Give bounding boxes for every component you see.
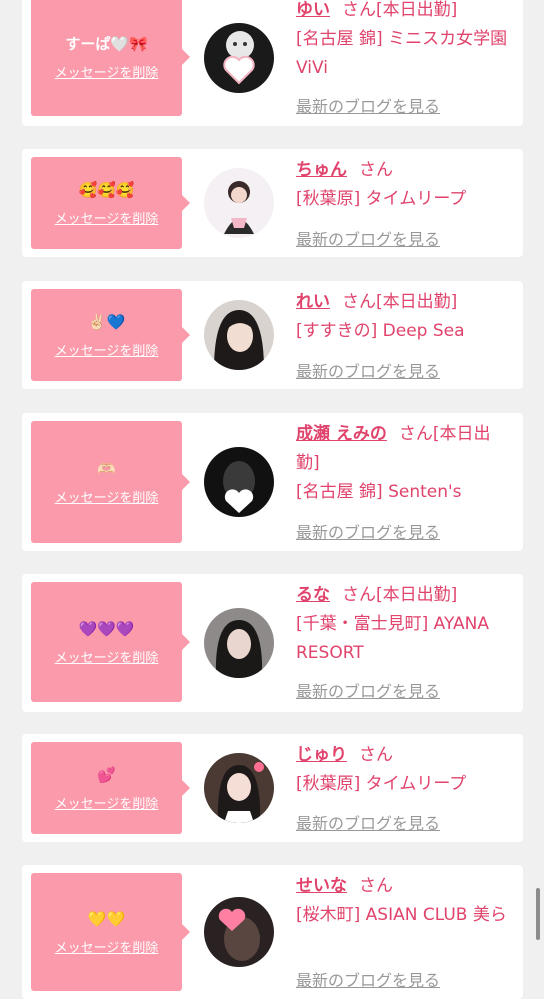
avatar[interactable]: [204, 23, 274, 93]
delete-message-link[interactable]: メッセージを削除: [55, 647, 159, 666]
honorific: さん: [359, 745, 393, 765]
delete-message-link[interactable]: メッセージを削除: [55, 340, 159, 359]
girl-name-link[interactable]: 成瀬 えみの: [296, 424, 387, 444]
honorific: さん: [342, 292, 376, 312]
girl-info: じゅり さん [秋葉原] タイムリープ: [296, 741, 510, 799]
girl-name-link[interactable]: ゆい: [296, 0, 330, 20]
delete-message-link[interactable]: メッセージを削除: [55, 937, 159, 956]
avatar[interactable]: [204, 168, 274, 238]
message-text: 💕: [97, 765, 116, 784]
attendance-status: [本日出勤]: [376, 292, 458, 312]
message-text: 💛💛: [87, 909, 126, 928]
message-bubble: 💛💛 メッセージを削除: [31, 873, 190, 991]
attendance-status: [本日出勤]: [376, 0, 458, 20]
girl-name-link[interactable]: れい: [296, 292, 330, 312]
message-card: 💛💛 メッセージを削除 せいな さん [桜木町] ASIAN CLUB 美ら 最新…: [22, 865, 523, 999]
honorific: さん: [342, 0, 376, 20]
latest-blog-link[interactable]: 最新のブログを見る: [296, 519, 440, 543]
shop-name: [千葉・富士見町] AYANA RESORT: [296, 614, 490, 663]
girl-info: るな さん[本日出勤] [千葉・富士見町] AYANA RESORT: [296, 581, 510, 668]
latest-blog-link[interactable]: 最新のブログを見る: [296, 93, 440, 117]
latest-blog-link[interactable]: 最新のブログを見る: [296, 810, 440, 834]
message-bubble: すーぱ🤍🎀 メッセージを削除: [31, 0, 190, 116]
message-card: 💕 メッセージを削除 じゅり さん [秋葉原] タイムリープ 最新のブログを見る: [22, 734, 523, 842]
message-card: 💜💜💜 メッセージを削除 るな さん[本日出勤] [千葉・富士見町] AYANA …: [22, 574, 523, 712]
delete-message-link[interactable]: メッセージを削除: [55, 487, 159, 506]
delete-message-link[interactable]: メッセージを削除: [55, 793, 159, 812]
message-bubble: 🥰🥰🥰 メッセージを削除: [31, 157, 190, 249]
shop-name: [名古屋 錦] Senten's: [296, 482, 462, 502]
shop-name: [秋葉原] タイムリープ: [296, 189, 467, 209]
avatar[interactable]: [204, 447, 274, 517]
attendance-status: [本日出勤]: [376, 585, 458, 605]
avatar[interactable]: [204, 897, 274, 967]
message-card: すーぱ🤍🎀 メッセージを削除 ゆい さん[本日出勤] [名古屋 錦] ミニスカ女学…: [22, 0, 523, 126]
latest-blog-link[interactable]: 最新のブログを見る: [296, 967, 440, 991]
honorific: さん: [359, 160, 393, 180]
girl-name-link[interactable]: るな: [296, 585, 330, 605]
message-card: 🫶🏻 メッセージを削除 成瀬 えみの さん[本日出勤] [名古屋 錦] Sente…: [22, 413, 523, 551]
message-bubble: ✌🏻💙 メッセージを削除: [31, 289, 190, 381]
girl-info: れい さん[本日出勤] [すすきの] Deep Sea: [296, 288, 510, 346]
message-text: ✌🏻💙: [87, 312, 126, 331]
girl-info: ゆい さん[本日出勤] [名古屋 錦] ミニスカ女学園ViVi: [296, 0, 510, 83]
message-list: すーぱ🤍🎀 メッセージを削除 ゆい さん[本日出勤] [名古屋 錦] ミニスカ女学…: [0, 0, 544, 999]
honorific: さん: [398, 424, 433, 444]
message-bubble: 🫶🏻 メッセージを削除: [31, 421, 190, 543]
message-text: 💜💜💜: [78, 619, 135, 638]
girl-name-link[interactable]: じゅり: [296, 745, 347, 765]
girl-info: ちゅん さん [秋葉原] タイムリープ: [296, 156, 510, 214]
shop-name: [秋葉原] タイムリープ: [296, 774, 467, 794]
message-bubble: 💜💜💜 メッセージを削除: [31, 582, 190, 702]
girl-info: 成瀬 えみの さん[本日出勤] [名古屋 錦] Senten's: [296, 420, 510, 507]
latest-blog-link[interactable]: 最新のブログを見る: [296, 678, 440, 702]
latest-blog-link[interactable]: 最新のブログを見る: [296, 358, 440, 382]
latest-blog-link[interactable]: 最新のブログを見る: [296, 226, 440, 250]
avatar[interactable]: [204, 753, 274, 823]
message-card: ✌🏻💙 メッセージを削除 れい さん[本日出勤] [すすきの] Deep Sea …: [22, 281, 523, 389]
message-text: 🥰🥰🥰: [78, 180, 135, 199]
delete-message-link[interactable]: メッセージを削除: [55, 62, 159, 81]
message-bubble: 💕 メッセージを削除: [31, 742, 190, 834]
message-text: すーぱ🤍🎀: [65, 34, 148, 53]
shop-name: [すすきの] Deep Sea: [296, 321, 465, 341]
shop-name: [名古屋 錦] ミニスカ女学園ViVi: [296, 29, 508, 78]
girl-name-link[interactable]: せいな: [296, 876, 347, 896]
message-card: 🥰🥰🥰 メッセージを削除 ちゅん さん [秋葉原] タイムリープ 最新のブログを見…: [22, 149, 523, 257]
avatar[interactable]: [204, 300, 274, 370]
message-text: 🫶🏻: [97, 459, 116, 478]
scrollbar[interactable]: [536, 888, 540, 940]
honorific: さん: [342, 585, 376, 605]
honorific: さん: [359, 876, 393, 896]
delete-message-link[interactable]: メッセージを削除: [55, 208, 159, 227]
girl-name-link[interactable]: ちゅん: [296, 160, 347, 180]
girl-info: せいな さん [桜木町] ASIAN CLUB 美ら: [296, 872, 510, 930]
shop-name: [桜木町] ASIAN CLUB 美ら: [296, 905, 507, 925]
avatar[interactable]: [204, 608, 274, 678]
